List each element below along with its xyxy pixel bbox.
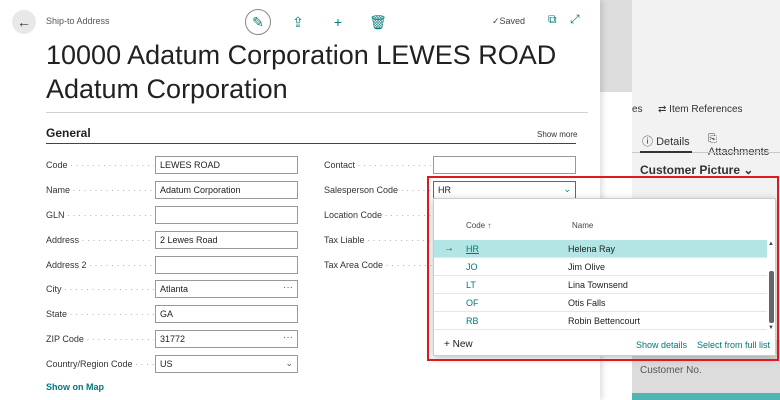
scrollbar-thumb[interactable] <box>769 271 774 323</box>
lookup-row[interactable]: LT Lina Townsend <box>434 276 767 294</box>
select-from-full-list-link[interactable]: Select from full list <box>697 340 770 350</box>
tax-area-code-label: Tax Area Code <box>324 260 432 270</box>
general-section-divider <box>46 143 576 144</box>
chevron-down-icon: ⌄ <box>285 358 293 368</box>
address-field[interactable]: 2 Lewes Road <box>155 231 298 249</box>
item-references-action[interactable]: ⇄ Item References <box>658 104 743 115</box>
lookup-row-name: Jim Olive <box>568 262 606 272</box>
page-title: 10000 Adatum Corporation LEWES ROAD Adat… <box>46 40 557 104</box>
delete-button[interactable]: 🗑 <box>365 9 391 35</box>
name-label: Name <box>46 185 154 195</box>
lookup-row-code[interactable]: LT <box>466 280 476 290</box>
contact-field[interactable] <box>433 156 576 174</box>
gln-label: GLN <box>46 210 154 220</box>
back-button[interactable]: ← <box>12 10 36 34</box>
address-2-label: Address 2 <box>46 260 154 270</box>
lookup-row-code[interactable]: JO <box>466 262 478 272</box>
lookup-row[interactable]: RB Robin Bettencourt <box>434 312 767 330</box>
lookup-scrollbar[interactable]: ▲ ▼ <box>768 241 774 333</box>
code-field[interactable]: LEWES ROAD <box>155 156 298 174</box>
arrow-left-icon: ← <box>17 14 31 30</box>
location-code-label: Location Code <box>324 210 432 220</box>
salesperson-code-field[interactable]: HR ⌄ <box>433 181 576 199</box>
arrow-right-icon: → <box>444 243 454 254</box>
state-field[interactable]: GA <box>155 305 298 323</box>
scroll-up-icon[interactable]: ▲ <box>768 241 774 247</box>
zip-code-label: ZIP Code <box>46 334 154 344</box>
chevron-down-icon: ⌄ <box>743 163 754 177</box>
title-divider <box>46 112 588 113</box>
address-label: Address <box>46 235 154 245</box>
expand-icon: ⤢ <box>570 12 580 26</box>
zip-code-field[interactable]: 31772 ··· <box>155 330 298 348</box>
saved-status: ✓Saved <box>492 16 526 26</box>
check-icon: ✓ <box>492 16 500 26</box>
scroll-down-icon[interactable]: ▼ <box>768 325 774 331</box>
lookup-row-code[interactable]: OF <box>466 298 479 308</box>
item-references-icon: ⇄ <box>658 104 670 115</box>
background-teal-strip <box>632 393 780 400</box>
code-label: Code <box>46 160 154 170</box>
breadcrumb: Ship-to Address <box>46 16 110 26</box>
show-details-link[interactable]: Show details <box>636 340 687 350</box>
toolbar: ✎ ⇪ + 🗑 <box>245 9 405 35</box>
lookup-row[interactable]: JO Jim Olive <box>434 258 767 276</box>
new-record-button[interactable]: + New <box>444 339 473 350</box>
lookup-row-code[interactable]: RB <box>466 316 479 326</box>
share-icon: ⇪ <box>292 13 304 30</box>
plus-icon: + <box>444 339 453 350</box>
trash-icon: 🗑 <box>369 13 387 30</box>
general-section-header[interactable]: General <box>46 126 91 140</box>
customer-no-label: Customer No. <box>640 365 702 376</box>
plus-icon: + <box>333 14 343 30</box>
state-label: State <box>46 309 154 319</box>
pencil-icon: ✎ <box>252 13 264 30</box>
paperclip-icon: ⎘ <box>708 133 717 145</box>
contact-label: Contact <box>324 160 432 170</box>
salesperson-lookup-dropdown: Code ↑ Name → HR Helena Ray JO Jim Olive… <box>433 198 776 356</box>
edit-button[interactable]: ✎ <box>245 9 271 35</box>
lookup-row-name: Robin Bettencourt <box>568 316 641 326</box>
background-action-prefix: es <box>632 104 643 115</box>
expand-button[interactable]: ⤢ <box>570 12 580 27</box>
tab-attachments[interactable]: ⎘ Attachments <box>708 133 780 158</box>
country-region-code-label: Country/Region Code <box>46 359 154 369</box>
column-header-name[interactable]: Name <box>572 221 593 230</box>
share-button[interactable]: ⇪ <box>285 9 311 35</box>
popout-icon: ⧉ <box>548 12 557 26</box>
lookup-row-name: Otis Falls <box>568 298 606 308</box>
new-button[interactable]: + <box>325 9 351 35</box>
info-icon: ⓘ <box>642 136 657 148</box>
popout-button[interactable]: ⧉ <box>548 12 557 27</box>
show-more-link[interactable]: Show more <box>537 130 577 139</box>
salesperson-code-label: Salesperson Code <box>324 185 432 195</box>
lookup-row[interactable]: → HR Helena Ray <box>434 240 767 258</box>
tax-liable-label: Tax Liable <box>324 235 432 245</box>
gln-field[interactable] <box>155 206 298 224</box>
column-header-code[interactable]: Code ↑ <box>466 221 491 230</box>
tab-details-underline <box>640 151 692 153</box>
lookup-row-name: Lina Townsend <box>568 280 628 290</box>
lookup-ellipsis-icon[interactable]: ··· <box>283 332 293 343</box>
address-2-field[interactable] <box>155 256 298 274</box>
lookup-row-name: Helena Ray <box>568 244 616 254</box>
show-on-map-link[interactable]: Show on Map <box>46 382 104 392</box>
city-field[interactable]: Atlanta ··· <box>155 280 298 298</box>
lookup-row[interactable]: OF Otis Falls <box>434 294 767 312</box>
customer-picture-header[interactable]: Customer Picture ⌄ <box>640 163 753 177</box>
chevron-down-icon[interactable]: ⌄ <box>563 184 571 195</box>
country-region-code-select[interactable]: US ⌄ <box>155 355 298 373</box>
tab-details[interactable]: ⓘ Details <box>642 133 690 149</box>
lookup-row-code[interactable]: HR <box>466 244 479 254</box>
city-label: City <box>46 284 154 294</box>
lookup-ellipsis-icon[interactable]: ··· <box>283 282 293 293</box>
name-field[interactable]: Adatum Corporation <box>155 181 298 199</box>
